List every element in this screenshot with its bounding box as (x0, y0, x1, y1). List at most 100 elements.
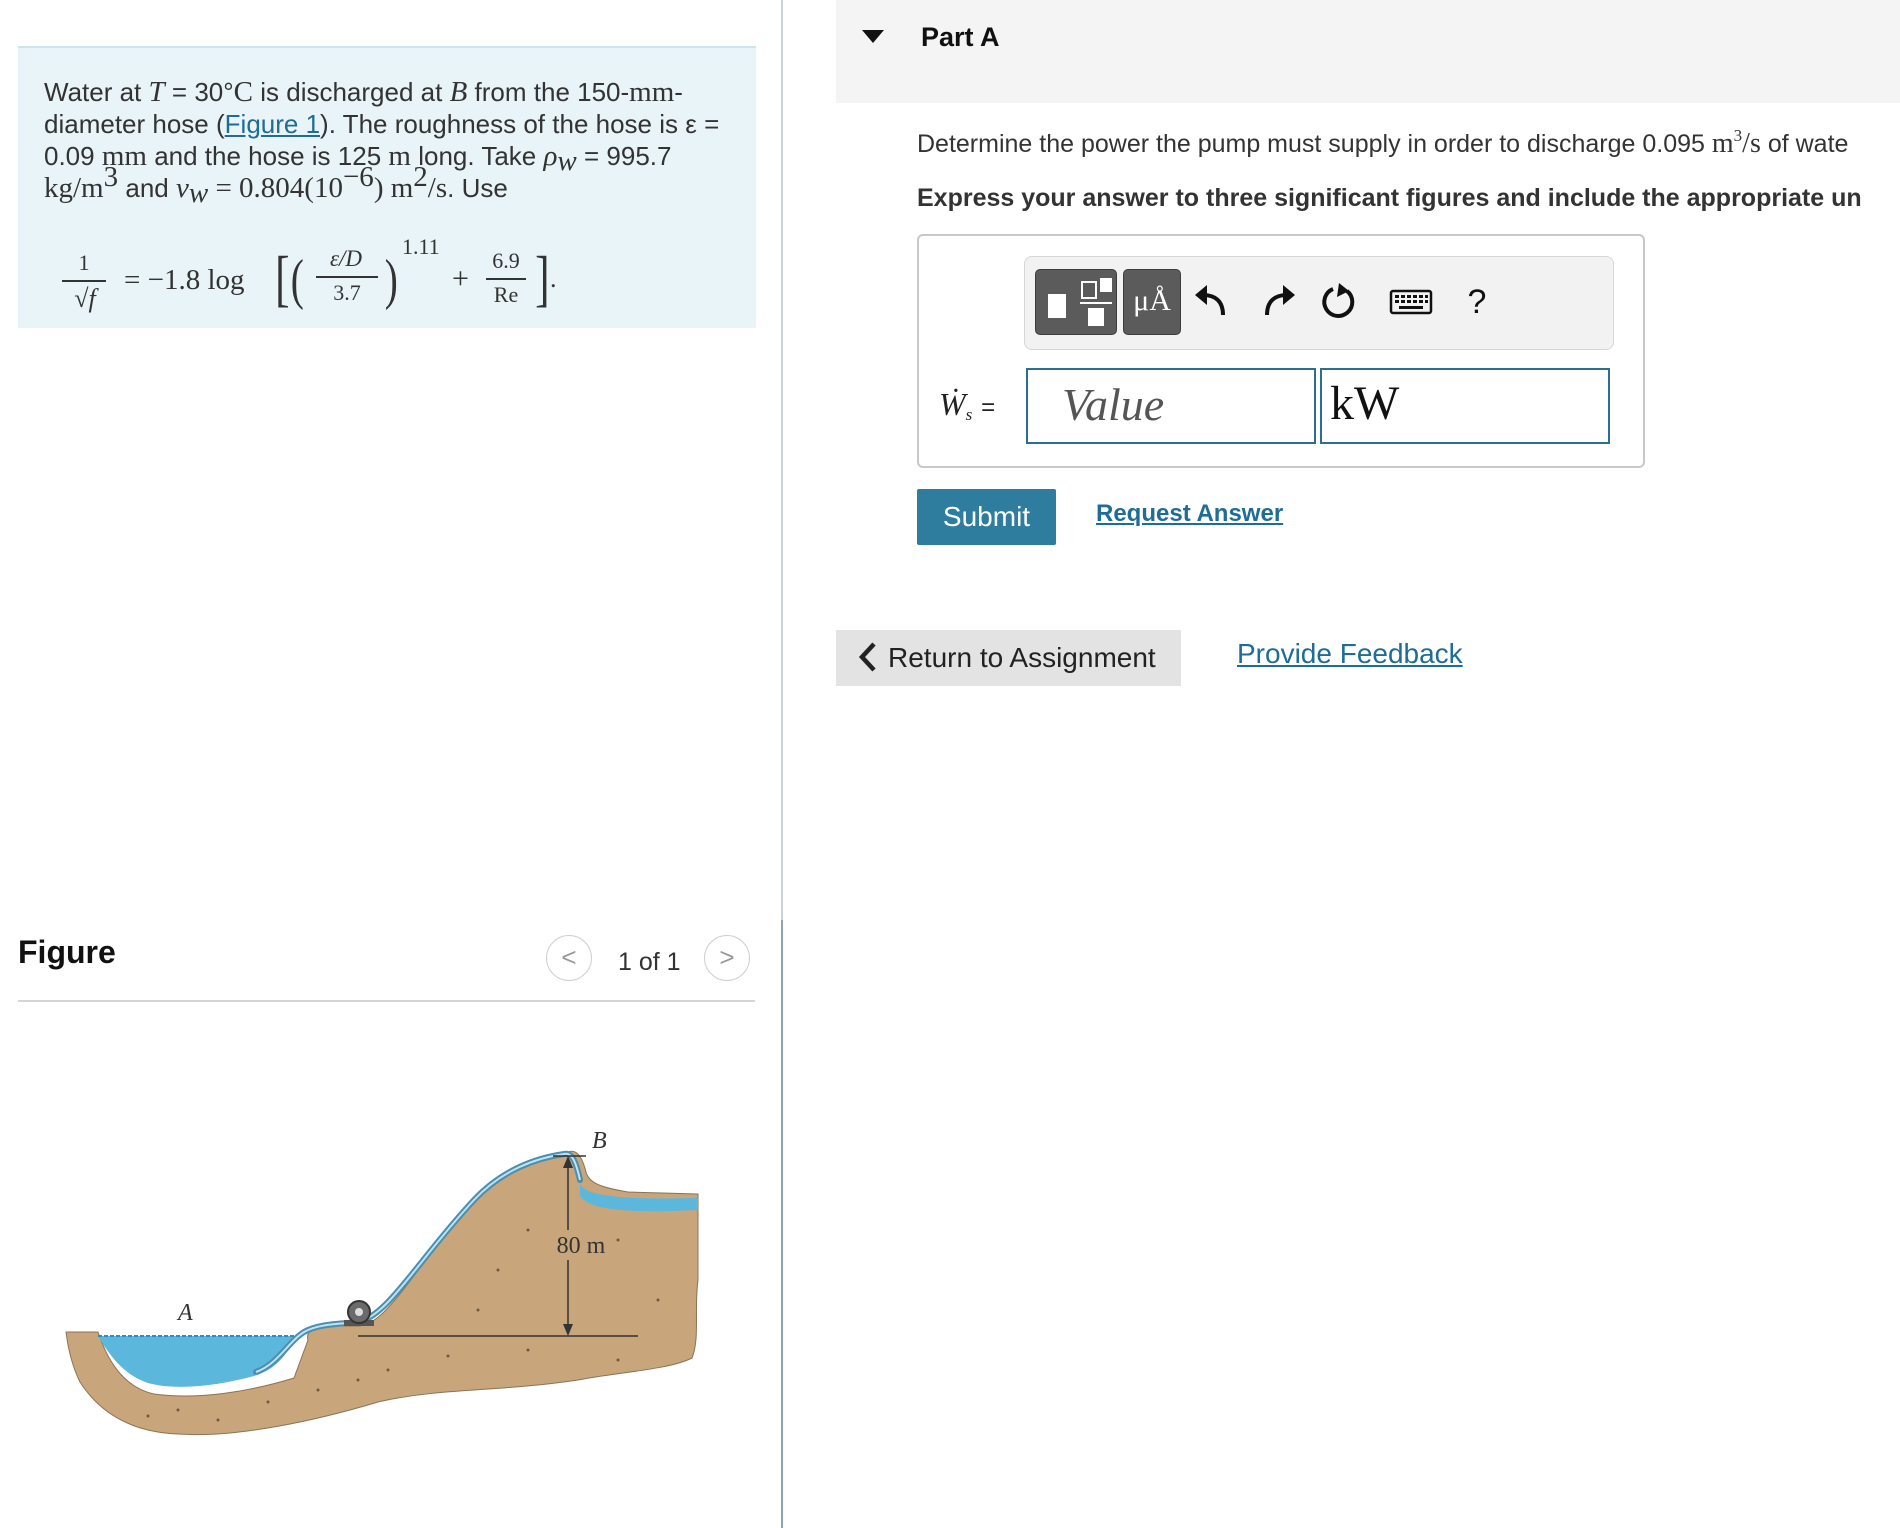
redo-icon (1265, 285, 1295, 316)
right-bracket: ] (535, 245, 550, 313)
formula-reynolds: Re (493, 282, 519, 307)
templates-button[interactable] (1035, 269, 1117, 335)
figure-divider (18, 1000, 755, 1002)
provide-feedback-link[interactable]: Provide Feedback (1237, 638, 1463, 670)
redo-button[interactable] (1249, 271, 1305, 333)
return-to-assignment-label: Return to Assignment (888, 642, 1156, 673)
viscosity-unit: ) m (373, 172, 414, 204)
colebrook-formula: 1 √f = −1.8 log [ ( ε/D 3.7 ) 1.11 + 6.9… (44, 234, 744, 330)
density-unit: kg/m (44, 172, 104, 204)
help-button[interactable]: ? (1449, 271, 1505, 333)
part-title[interactable]: Part A (921, 22, 1000, 53)
figure-pager-count: 1 of 1 (618, 948, 681, 976)
fraction-bar (316, 276, 378, 278)
figure-1-link[interactable]: Figure 1 (225, 109, 320, 139)
undo-button[interactable] (1185, 271, 1241, 333)
symbol-b: B (449, 76, 468, 108)
problem-text-and: and (125, 173, 169, 203)
pump-hose-figure: A B 80 m (65, 1128, 699, 1436)
pump (344, 1300, 374, 1326)
ground-terrain (65, 1150, 699, 1436)
chevron-left-icon: < (561, 942, 577, 972)
reset-button[interactable] (1311, 271, 1367, 333)
problem-text-7: long. Take (418, 141, 537, 171)
keyboard-icon (1389, 289, 1433, 315)
symbol-rho: ρ (543, 140, 558, 172)
roughness-value: 0.09 (44, 141, 95, 171)
symbol-t: T (148, 76, 165, 108)
label-point-b: B (592, 1128, 607, 1154)
request-answer-link[interactable]: Request Answer (1096, 500, 1283, 528)
viscosity-exponent: −6 (342, 161, 374, 193)
formula-numerator-one: 1 (78, 250, 90, 275)
question-text: Determine the power the pump must supply… (917, 126, 1849, 160)
reset-icon (1322, 283, 1355, 318)
left-paren: ( (290, 249, 304, 311)
formula-eps-over-d: ε/D (329, 246, 363, 271)
fraction-bar (486, 278, 526, 280)
help-icon: ? (1467, 283, 1487, 321)
celsius-unit: C (233, 76, 253, 108)
keyboard-button[interactable] (1381, 271, 1445, 333)
formula-three-seven: 3.7 (333, 280, 361, 305)
density-value: = 995.7 (584, 141, 672, 171)
undo-icon (1195, 285, 1225, 316)
chevron-right-icon: > (719, 942, 735, 972)
answer-label: Ẇs = (939, 386, 995, 423)
submit-button[interactable]: Submit (917, 489, 1056, 545)
question-unit: m (1711, 128, 1734, 159)
caret-down-icon[interactable] (862, 30, 884, 43)
question-unit-exponent: 3 (1733, 126, 1743, 145)
figure-title: Figure (18, 934, 116, 970)
viscosity-unit-per-second: /s (427, 172, 448, 204)
mm-unit: mm (629, 76, 675, 108)
hyphen: - (674, 77, 683, 107)
chevron-left-icon (858, 642, 876, 672)
answer-label-equals: = (981, 394, 996, 421)
symbol-nu: ν (175, 172, 189, 204)
left-bracket: [ (275, 245, 290, 313)
answer-label-w: Ẇ (939, 386, 966, 422)
fraction-bar (62, 280, 106, 282)
figure-next-button[interactable]: > (704, 935, 750, 981)
problem-text-3: from the 150- (474, 77, 630, 107)
unit-input[interactable]: kW (1320, 368, 1610, 444)
rho-subscript: w (557, 145, 577, 177)
math-toolbar: μÅ ? (1024, 256, 1614, 350)
answer-label-subscript: s (965, 405, 973, 424)
label-point-a: A (176, 1300, 193, 1326)
value-input[interactable]: Value (1026, 368, 1316, 444)
temperature-value: 30° (194, 77, 234, 107)
problem-text-2: is discharged at (260, 77, 443, 107)
formula-period: . (550, 264, 557, 293)
problem-text-use: . Use (447, 173, 508, 203)
pane-divider-handle[interactable] (781, 920, 783, 1528)
fraction-template-icon (1048, 278, 1112, 326)
problem-statement-box: Water at T = 30°C is discharged at B fro… (18, 46, 756, 328)
reservoir-water (98, 1336, 294, 1387)
density-unit-exponent: 3 (103, 161, 119, 193)
formula-log-term: = −1.8 log (124, 264, 245, 296)
problem-text-5: ). The roughness of the hose is (320, 109, 679, 139)
viscosity-value: = 0.804(10 (215, 172, 343, 204)
figure-prev-button[interactable]: < (546, 935, 592, 981)
problem-text-4: diameter hose ( (44, 109, 225, 139)
question-text-1: Determine the power the pump must supply… (917, 130, 1705, 158)
units-icon: μÅ (1133, 284, 1171, 317)
formula-six-nine: 6.9 (492, 248, 520, 273)
question-text-2: of wate (1767, 130, 1849, 158)
length-unit: m (388, 140, 411, 172)
nu-subscript: w (188, 177, 209, 209)
formula-exponent: 1.11 (402, 234, 440, 259)
units-button[interactable]: μÅ (1123, 269, 1181, 335)
formula-plus: + (452, 262, 469, 295)
viscosity-unit-exponent: 2 (413, 161, 428, 193)
problem-pane: Water at T = 30°C is discharged at B fro… (0, 0, 781, 1528)
label-height: 80 m (557, 1233, 606, 1259)
epsilon-equals: ε = (685, 109, 720, 139)
right-paren: ) (384, 249, 398, 311)
question-unit-per-second: /s (1742, 128, 1761, 159)
return-to-assignment-button[interactable]: Return to Assignment (836, 630, 1181, 686)
equals-sign: = (171, 77, 188, 107)
instruction-text: Express your answer to three significant… (917, 184, 1862, 212)
